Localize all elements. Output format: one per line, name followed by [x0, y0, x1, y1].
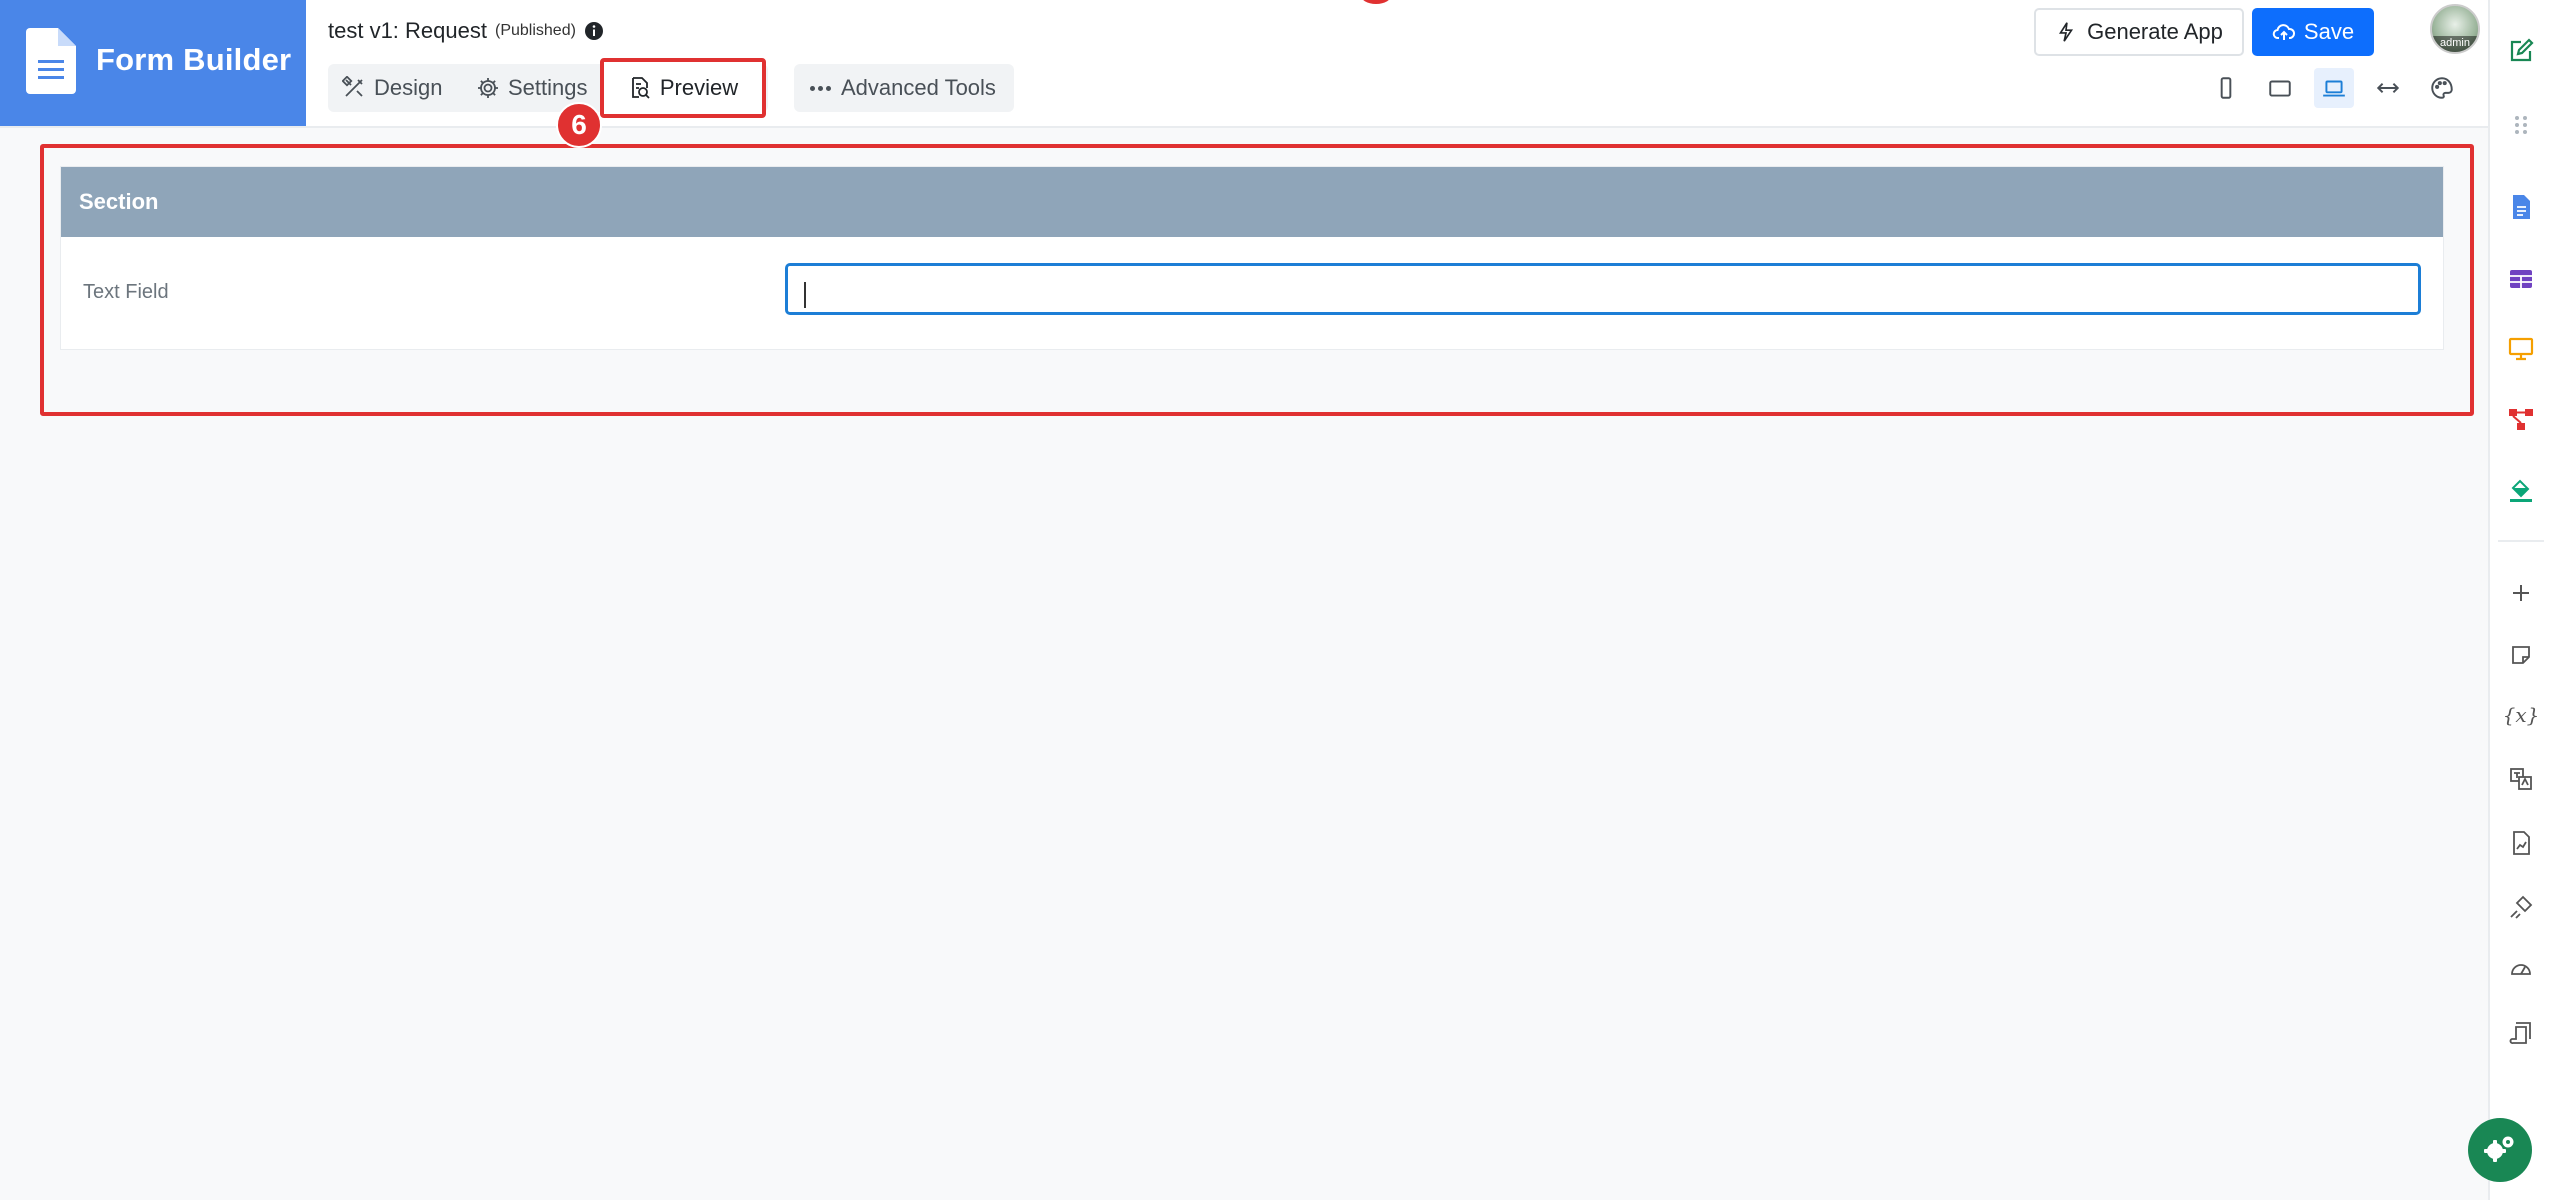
tab-bar: Design Settings Preview [328, 58, 768, 118]
table-icon [2510, 270, 2532, 288]
advanced-tools-label: Advanced Tools [841, 75, 996, 100]
scripts-button[interactable] [2506, 1018, 2536, 1048]
text-field-input[interactable] [785, 263, 2421, 315]
form-name: test v1: Request [328, 18, 487, 43]
translate-icon [2510, 768, 2532, 790]
tab-preview[interactable]: Preview [600, 58, 766, 118]
report-icon [2513, 831, 2530, 855]
preview-document-icon [631, 77, 650, 99]
tablet-icon [2269, 80, 2291, 97]
generate-app-button[interactable]: Generate App [2034, 8, 2244, 56]
mobile-view-button[interactable] [2206, 68, 2246, 108]
plugin-icon [2510, 895, 2533, 919]
monitor-icon [2508, 337, 2534, 361]
brand-title: Form Builder [96, 42, 292, 77]
tab-design-label: Design [374, 75, 443, 100]
tab-preview-label: Preview [659, 75, 739, 100]
variables-button[interactable]: {x} [2503, 700, 2540, 730]
laptop-icon [2323, 80, 2345, 97]
paint-bucket-icon [2510, 479, 2532, 502]
workflow-icon [2509, 409, 2533, 430]
gear-icon [478, 78, 498, 98]
step-marker-dot [1360, 0, 1392, 4]
mobile-icon [2220, 77, 2232, 99]
form-status: (Published) [494, 22, 576, 39]
more-dots-icon [810, 85, 831, 91]
settings-fab[interactable] [2468, 1118, 2532, 1182]
tables-button[interactable] [2506, 264, 2536, 294]
design-tools-icon [342, 76, 363, 97]
right-toolbar: {x} [2488, 0, 2549, 1200]
document-icon [2513, 195, 2530, 219]
theme-button[interactable] [2422, 68, 2462, 108]
document-icon [26, 28, 76, 94]
form-section: Section Text Field [60, 166, 2444, 350]
plugins-button[interactable] [2506, 892, 2536, 922]
note-icon [2512, 646, 2530, 664]
theme-paint-button[interactable] [2506, 474, 2536, 504]
forms-button[interactable] [2506, 192, 2536, 222]
drag-handle-icon [2515, 116, 2527, 134]
settings-gears-icon [2484, 1136, 2514, 1162]
text-field-row: Text Field [61, 237, 2443, 350]
tab-design[interactable]: Design [342, 64, 442, 112]
tablet-view-button[interactable] [2260, 68, 2300, 108]
brand-block[interactable]: Form Builder [0, 0, 306, 126]
lightning-icon [2059, 22, 2074, 42]
reports-button[interactable] [2506, 828, 2536, 858]
notes-button[interactable] [2506, 640, 2536, 670]
advanced-tools-button[interactable]: Advanced Tools [794, 64, 1014, 112]
toolbar-divider [2498, 540, 2544, 542]
avatar-label: admin [2432, 36, 2478, 52]
edit-form-button[interactable] [2506, 36, 2536, 66]
save-label: Save [2303, 19, 2355, 44]
plus-icon [2513, 585, 2529, 601]
cloud-upload-icon [2272, 24, 2295, 40]
full-width-view-button[interactable] [2368, 68, 2408, 108]
script-icon [2509, 1022, 2531, 1044]
generate-app-label: Generate App [2087, 19, 2223, 44]
edit-form-icon [2510, 38, 2534, 62]
avatar[interactable]: admin [2430, 4, 2480, 54]
app-header: Form Builder test v1: Request (Published… [0, 0, 2488, 148]
dashboard-icon [2511, 964, 2531, 975]
variable-icon: {x} [2502, 703, 2540, 727]
pages-button[interactable] [2506, 334, 2536, 364]
dashboard-button[interactable] [2506, 954, 2536, 984]
drag-handle[interactable] [2506, 110, 2536, 140]
section-header: Section [61, 167, 2443, 237]
text-field-label: Text Field [83, 281, 169, 303]
arrows-horizontal-icon [2376, 82, 2400, 94]
text-cursor [804, 282, 806, 308]
save-button[interactable]: Save [2252, 8, 2374, 56]
tab-settings-label: Settings [508, 75, 588, 100]
view-mode-toolbar [2206, 68, 2462, 108]
palette-icon [2431, 77, 2453, 99]
form-title: test v1: Request (Published) [328, 18, 604, 44]
step-number-badge: 6 [556, 102, 602, 148]
laptop-view-button[interactable] [2314, 68, 2354, 108]
info-icon[interactable] [584, 21, 604, 41]
add-button[interactable] [2506, 578, 2536, 608]
translate-button[interactable] [2506, 764, 2536, 794]
workflow-button[interactable] [2506, 404, 2536, 434]
